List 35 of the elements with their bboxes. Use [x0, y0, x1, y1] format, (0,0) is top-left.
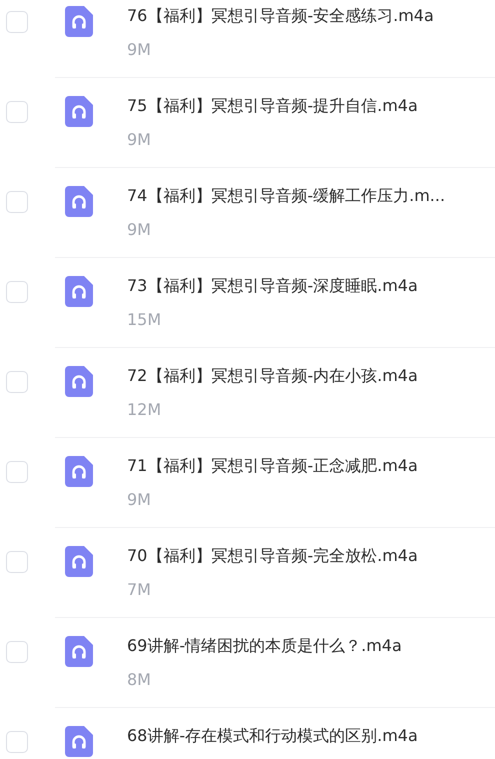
checkbox[interactable]	[6, 551, 28, 573]
file-name: 68讲解-存在模式和行动模式的区别.m4a	[127, 726, 419, 746]
audio-file-icon	[65, 726, 93, 757]
file-name: 73【福利】冥想引导音频-深度睡眠.m4a	[127, 276, 419, 296]
file-size: 9M	[127, 490, 152, 510]
checkbox[interactable]	[6, 281, 28, 303]
audio-file-icon	[65, 546, 93, 577]
checkbox[interactable]	[6, 101, 28, 123]
checkbox[interactable]	[6, 461, 28, 483]
file-name: 75【福利】冥想引导音频-提升自信.m4a	[127, 96, 419, 116]
file-name: 76【福利】冥想引导音频-安全感练习.m4a	[127, 6, 435, 26]
checkbox[interactable]	[6, 191, 28, 213]
checkbox[interactable]	[6, 641, 28, 663]
audio-file-icon	[65, 186, 93, 217]
audio-file-icon	[65, 456, 93, 487]
file-size: 12M	[127, 400, 162, 420]
file-size: 7M	[127, 580, 152, 600]
audio-file-icon	[65, 96, 93, 127]
file-size: 9M	[127, 220, 152, 240]
checkbox[interactable]	[6, 371, 28, 393]
audio-file-icon	[65, 366, 93, 397]
file-size: 9M	[127, 40, 152, 60]
checkbox[interactable]	[6, 11, 28, 33]
checkbox[interactable]	[6, 731, 28, 753]
file-name: 74【福利】冥想引导音频-缓解工作压力.m...	[127, 186, 446, 206]
file-size: 8M	[127, 670, 152, 690]
audio-file-icon	[65, 276, 93, 307]
audio-file-icon	[65, 636, 93, 667]
file-name: 70【福利】冥想引导音频-完全放松.m4a	[127, 546, 419, 566]
file-size: 15M	[127, 310, 162, 330]
file-name: 72【福利】冥想引导音频-内在小孩.m4a	[127, 366, 419, 386]
audio-file-icon	[65, 6, 93, 37]
file-name: 69讲解-情绪困扰的本质是什么？.m4a	[127, 636, 403, 656]
file-size: 9M	[127, 130, 152, 150]
file-name: 71【福利】冥想引导音频-正念减肥.m4a	[127, 456, 419, 476]
